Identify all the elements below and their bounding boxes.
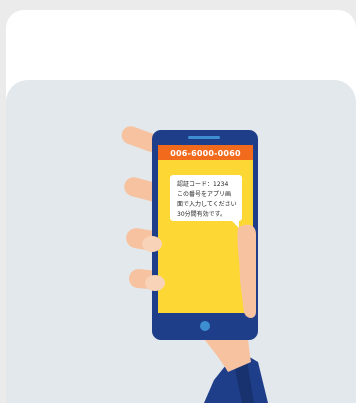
sms-sender-number: 006-6000-0060 [170, 149, 241, 158]
fingertip-2 [145, 275, 165, 291]
sms-message-line: 面で入力してください [177, 201, 237, 208]
phone-speaker [188, 136, 220, 139]
sms-message-line: 認証コード：1234 [177, 181, 229, 188]
sms-message-line: この番号をアプリ画 [177, 191, 232, 198]
home-button-icon [200, 321, 210, 331]
hand-holding-phone-illustration [121, 126, 268, 403]
sms-message: 認証コード：1234 この番号をアプリ画 面で入力してください 30分間有効です… [177, 180, 239, 220]
fingertip-1 [142, 236, 162, 252]
sms-message-line: 30分間有効です。 [177, 211, 227, 218]
sms-illustration [6, 80, 356, 403]
sms-verification-card: 006-6000-0060 認証コード：1234 この番号をアプリ画 面で入力し… [6, 10, 356, 403]
